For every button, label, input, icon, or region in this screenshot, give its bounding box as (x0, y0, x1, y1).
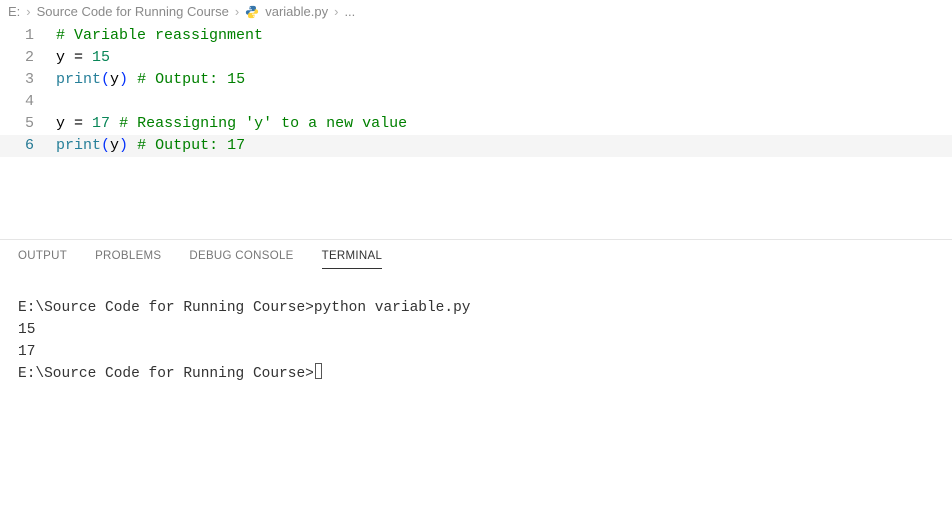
code-line[interactable]: 3print(y) # Output: 15 (0, 69, 952, 91)
code-content[interactable]: print(y) # Output: 17 (56, 135, 245, 157)
code-editor[interactable]: 1# Variable reassignment2y = 153print(y)… (0, 23, 952, 169)
line-number: 4 (0, 91, 56, 113)
terminal-line: 17 (18, 341, 934, 363)
python-file-icon (245, 5, 259, 19)
code-content[interactable]: print(y) # Output: 15 (56, 69, 245, 91)
breadcrumb-file[interactable]: variable.py (265, 4, 328, 19)
code-line[interactable]: 6print(y) # Output: 17 (0, 135, 952, 157)
chevron-right-icon: › (334, 4, 338, 19)
code-content[interactable]: y = 15 (56, 47, 110, 69)
line-number: 5 (0, 113, 56, 135)
line-number: 2 (0, 47, 56, 69)
line-number: 6 (0, 135, 56, 157)
code-line[interactable]: 2y = 15 (0, 47, 952, 69)
terminal-line: 15 (18, 319, 934, 341)
panel-tab-terminal[interactable]: TERMINAL (322, 250, 383, 269)
line-number: 3 (0, 69, 56, 91)
panel-tabs: OUTPUT PROBLEMS DEBUG CONSOLE TERMINAL (0, 240, 952, 269)
code-line[interactable]: 5y = 17 # Reassigning 'y' to a new value (0, 113, 952, 135)
panel-tab-problems[interactable]: PROBLEMS (95, 250, 161, 269)
chevron-right-icon: › (235, 4, 239, 19)
code-content[interactable]: y = 17 # Reassigning 'y' to a new value (56, 113, 407, 135)
chevron-right-icon: › (26, 4, 30, 19)
breadcrumb-folder[interactable]: Source Code for Running Course (37, 4, 229, 19)
code-content[interactable]: # Variable reassignment (56, 25, 263, 47)
breadcrumb-root[interactable]: E: (8, 4, 20, 19)
code-line[interactable]: 4 (0, 91, 952, 113)
line-number: 1 (0, 25, 56, 47)
terminal-line: E:\Source Code for Running Course>python… (18, 297, 934, 319)
panel-tab-debug-console[interactable]: DEBUG CONSOLE (189, 250, 293, 269)
panel-tab-output[interactable]: OUTPUT (18, 250, 67, 269)
breadcrumb: E: › Source Code for Running Course › va… (0, 0, 952, 23)
terminal-cursor (315, 363, 322, 379)
terminal[interactable]: E:\Source Code for Running Course>python… (0, 269, 952, 395)
breadcrumb-tail[interactable]: ... (344, 4, 355, 19)
code-line[interactable]: 1# Variable reassignment (0, 25, 952, 47)
terminal-line: E:\Source Code for Running Course> (18, 363, 934, 385)
